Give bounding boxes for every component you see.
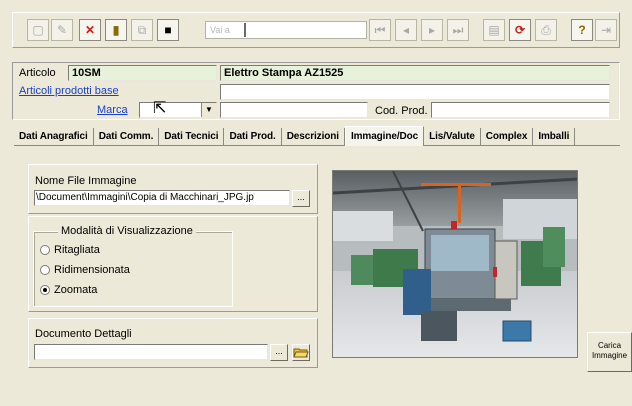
save-icon[interactable]: ■ bbox=[157, 19, 179, 41]
tab-descrizioni[interactable]: Descrizioni bbox=[282, 128, 345, 146]
view-mode-title: Modalità di Visualizzazione bbox=[58, 225, 196, 237]
tab-dati-prod[interactable]: Dati Prod. bbox=[224, 128, 282, 146]
tab-dati-anagrafici[interactable]: Dati Anagrafici bbox=[14, 128, 94, 146]
articolo-description-field[interactable]: Elettro Stampa AZ1525 bbox=[220, 65, 610, 81]
articolo-label: Articolo bbox=[19, 67, 56, 79]
articoli-prodotti-base-link[interactable]: Articoli prodotti base bbox=[19, 85, 119, 97]
marca-link[interactable]: Marca bbox=[97, 104, 128, 116]
mode-ridimensionata[interactable]: Ridimensionata bbox=[40, 264, 130, 276]
radio-zoomata[interactable] bbox=[40, 285, 50, 295]
mouse-pointer-icon: ⇱ bbox=[153, 100, 167, 117]
radio-ritagliata[interactable] bbox=[40, 245, 50, 255]
tab-dati-tecnici[interactable]: Dati Tecnici bbox=[159, 128, 225, 146]
view-mode-groupbox: Modalità di Visualizzazione Ritagliata R… bbox=[33, 225, 233, 307]
mode-ritagliata-label: Ritagliata bbox=[54, 244, 100, 256]
cod-prod-label: Cod. Prod. bbox=[375, 105, 428, 117]
mode-ridimensionata-label: Ridimensionata bbox=[54, 264, 130, 276]
mode-ritagliata[interactable]: Ritagliata bbox=[40, 244, 100, 256]
tab-immagine-doc[interactable]: Immagine/Doc bbox=[344, 126, 425, 146]
mode-zoomata[interactable]: Zoomata bbox=[40, 284, 97, 296]
cod-prod-field[interactable] bbox=[431, 102, 610, 118]
print-preview-icon[interactable]: ▤ bbox=[483, 19, 505, 41]
delete-x-icon[interactable]: ✕ bbox=[79, 19, 101, 41]
last-record-icon[interactable]: ⏭ bbox=[447, 19, 469, 41]
articoli-base-field[interactable] bbox=[220, 84, 610, 100]
tab-complex[interactable]: Complex bbox=[481, 128, 534, 146]
first-record-icon[interactable]: ⏮ bbox=[369, 19, 391, 41]
goto-field[interactable]: Vai a bbox=[205, 21, 367, 39]
file-name-field[interactable]: \Document\Immagini\Copia di Macchinari_J… bbox=[34, 190, 290, 206]
exit-icon[interactable]: ⇥ bbox=[595, 19, 617, 41]
trash-icon[interactable]: ▮ bbox=[105, 19, 127, 41]
edit-document-icon[interactable]: ✎ bbox=[51, 19, 73, 41]
goto-label: Vai a bbox=[210, 25, 230, 35]
refresh-icon[interactable]: ⟳ bbox=[509, 19, 531, 41]
articolo-code-field[interactable]: 10SM bbox=[68, 65, 217, 81]
product-image bbox=[332, 170, 578, 358]
view-mode-panel: Modalità di Visualizzazione Ritagliata R… bbox=[28, 216, 318, 312]
article-header: Articolo 10SM Elettro Stampa AZ1525 Arti… bbox=[12, 62, 620, 120]
browse-document-button[interactable]: ... bbox=[270, 344, 288, 361]
radio-ridimensionata[interactable] bbox=[40, 265, 50, 275]
chevron-down-icon[interactable]: ▼ bbox=[201, 103, 216, 117]
tab-lis-valute[interactable]: Lis/Valute bbox=[424, 128, 481, 146]
file-name-panel: Nome File Immagine \Document\Immagini\Co… bbox=[28, 164, 318, 214]
open-folder-button[interactable] bbox=[292, 344, 310, 361]
carica-immagine-button[interactable]: Carica Immagine bbox=[587, 332, 632, 372]
marca-dropdown[interactable]: ▼ bbox=[139, 102, 217, 118]
browse-file-button[interactable]: ... bbox=[292, 190, 310, 207]
copy-icon[interactable]: ⧉ bbox=[131, 19, 153, 41]
next-record-icon[interactable]: ▸ bbox=[421, 19, 443, 41]
tab-imballi[interactable]: Imballi bbox=[533, 128, 576, 146]
document-panel: Documento Dettagli ... bbox=[28, 318, 318, 368]
toolbar: ▢ ✎ ✕ ▮ ⧉ ■ Vai a ⏮ ◂ ▸ ⏭ ▤ ⟳ ⎙ ? ⇥ bbox=[12, 12, 620, 48]
goto-grip bbox=[244, 23, 246, 37]
print-icon[interactable]: ⎙ bbox=[535, 19, 557, 41]
mode-zoomata-label: Zoomata bbox=[54, 284, 98, 296]
tab-strip: Dati Anagrafici Dati Comm. Dati Tecnici … bbox=[14, 126, 620, 146]
help-icon[interactable]: ? bbox=[571, 19, 593, 41]
document-field[interactable] bbox=[34, 344, 268, 360]
folder-icon bbox=[293, 348, 309, 358]
marca-description-field[interactable] bbox=[220, 102, 368, 118]
product-image-picture bbox=[333, 171, 577, 357]
new-document-icon[interactable]: ▢ bbox=[27, 19, 49, 41]
tab-dati-comm[interactable]: Dati Comm. bbox=[94, 128, 160, 146]
document-label: Documento Dettagli bbox=[35, 328, 132, 340]
previous-record-icon[interactable]: ◂ bbox=[395, 19, 417, 41]
file-name-label: Nome File Immagine bbox=[35, 175, 137, 187]
